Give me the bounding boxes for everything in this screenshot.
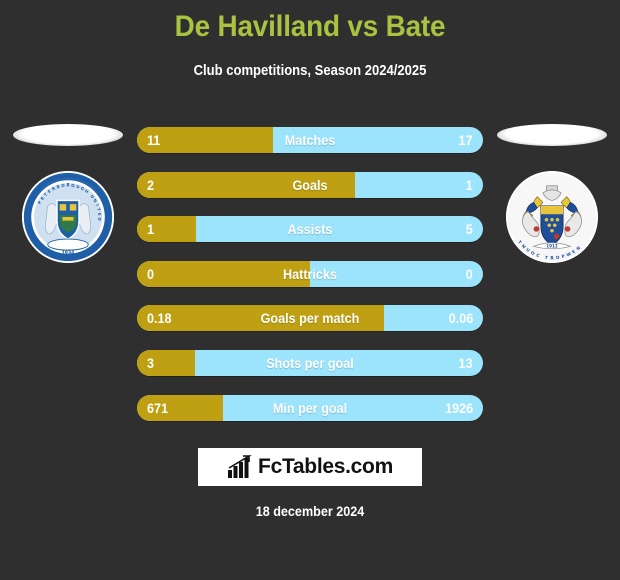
page-subtitle: Club competitions, Season 2024/2025: [193, 63, 427, 79]
svg-text:1934: 1934: [62, 250, 75, 256]
bar-chart-arrow-icon: [228, 455, 252, 478]
stat-bar-row: 0 Hattricks 0: [137, 260, 483, 287]
peterborough-united-crest: P E T E R B O R O U G H U N I T E D 1934: [22, 171, 114, 263]
stat-bar-label: Matches: [284, 132, 336, 148]
newport-county-crest: 1912 N E W P O R T C O U N T: [506, 171, 598, 263]
stat-bar-home-value: 1: [147, 221, 155, 238]
stat-comparison-page: De Havilland vs Bate Club competitions, …: [0, 0, 620, 580]
stat-bar-row: 1 Assists 5: [137, 216, 483, 243]
stat-bar-home-value: 2: [147, 176, 155, 193]
stat-bar-home-value: 3: [147, 354, 155, 371]
stat-bar-away-value: 5: [465, 221, 473, 238]
stat-bar-row: 671 Min per goal 1926: [137, 394, 483, 421]
page-title: De Havilland vs Bate: [174, 10, 446, 43]
stat-bar-away-value: 1: [465, 176, 473, 193]
stat-bar-label: Assists: [287, 221, 333, 238]
stat-bar-away-value: 0: [465, 265, 473, 282]
stat-bar-row: 3 Shots per goal 13: [137, 349, 483, 376]
stat-bar-away-value: 1926: [444, 399, 473, 416]
footer-date: 18 december 2024: [255, 503, 365, 519]
stat-bar-row: 2 Goals 1: [137, 171, 483, 198]
stat-bar-home-value: 0: [147, 265, 155, 282]
stat-bar-label: Hattricks: [283, 265, 337, 282]
stat-bar-away-value: 13: [458, 354, 473, 371]
stat-bar-label: Min per goal: [272, 399, 348, 416]
stat-bar-label: Shots per goal: [266, 354, 354, 371]
fctables-logo-text: FcTables.com: [258, 455, 393, 478]
stat-bar-label: Goals: [292, 176, 328, 193]
stat-bar-away-value: 17: [458, 132, 473, 148]
crest-shadow-ellipse: [497, 124, 607, 146]
stat-bar-label: Goals per match: [260, 310, 360, 327]
away-team-crest-wrap[interactable]: 1912 N E W P O R T C O U N T: [492, 124, 612, 274]
svg-text:1912: 1912: [546, 243, 558, 248]
stat-bar-row: 11 Matches 17: [137, 127, 483, 153]
crest-shadow-ellipse: [13, 124, 123, 146]
stat-bar-row: 0.18 Goals per match 0.06: [137, 305, 483, 332]
fctables-logo[interactable]: FcTables.com: [198, 448, 422, 486]
stat-bar-away-value: 0.06: [448, 310, 473, 327]
home-team-crest-wrap[interactable]: P E T E R B O R O U G H U N I T E D 1934: [8, 124, 128, 274]
stat-bars-list: 1 1 Matches 17 2 Goals 1 1 Assists 5 0 Hattricks 0 0.…: [137, 127, 483, 439]
